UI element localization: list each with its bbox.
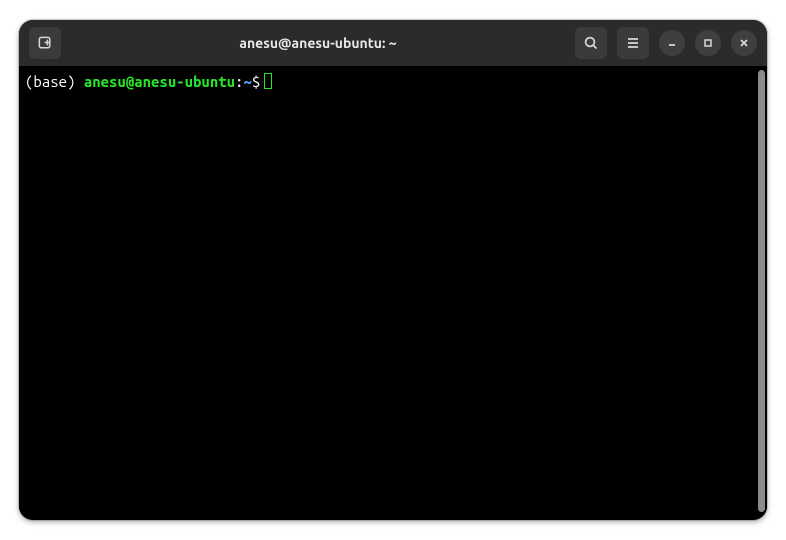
prompt-paren-close: )	[67, 73, 84, 90]
new-tab-button[interactable]	[29, 27, 61, 59]
close-button[interactable]	[731, 30, 757, 56]
terminal-body[interactable]: (base) anesu@anesu-ubuntu:~$	[19, 66, 767, 520]
titlebar: anesu@anesu-ubuntu: ~	[19, 20, 767, 66]
hamburger-icon	[625, 35, 641, 51]
prompt-userhost: anesu@anesu-ubuntu	[84, 73, 235, 90]
menu-button[interactable]	[617, 27, 649, 59]
prompt-env: base	[33, 73, 67, 90]
maximize-button[interactable]	[695, 30, 721, 56]
minimize-icon	[665, 36, 679, 50]
minimize-button[interactable]	[659, 30, 685, 56]
window-title: anesu@anesu-ubuntu: ~	[69, 35, 567, 51]
new-tab-icon	[37, 35, 54, 52]
search-button[interactable]	[575, 27, 607, 59]
prompt-symbol: $	[252, 73, 260, 90]
prompt-path: ~	[243, 73, 251, 90]
maximize-icon	[701, 36, 715, 50]
prompt-line: (base) anesu@anesu-ubuntu:~$	[25, 72, 759, 91]
terminal-window: anesu@anesu-ubuntu: ~	[19, 20, 767, 520]
vertical-scrollbar[interactable]	[758, 70, 765, 512]
close-icon	[737, 36, 751, 50]
text-cursor	[264, 73, 272, 89]
search-icon	[583, 35, 599, 51]
